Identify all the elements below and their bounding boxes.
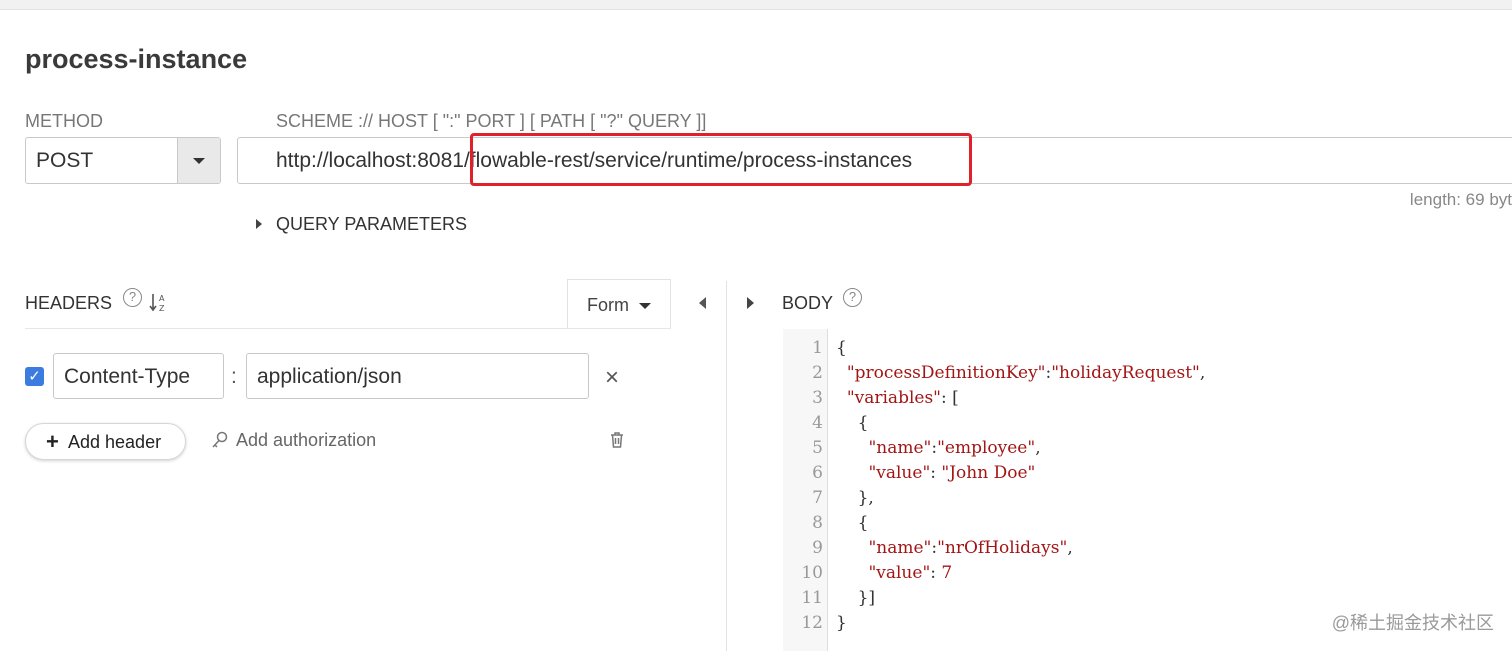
- collapse-left-button[interactable]: [697, 296, 711, 310]
- add-header-label: Add header: [68, 432, 162, 452]
- path-highlight-box: [470, 133, 972, 186]
- method-dropdown-button[interactable]: [177, 138, 220, 183]
- body-code[interactable]: { "processDefinitionKey":"holidayRequest…: [836, 336, 1205, 636]
- plus-icon: +: [46, 429, 59, 454]
- header-name-field[interactable]: Content-Type: [53, 353, 224, 399]
- help-icon[interactable]: ?: [843, 288, 862, 307]
- chevron-left-icon: [699, 297, 706, 309]
- top-bar: [0, 0, 1512, 10]
- body-label: BODY: [782, 293, 834, 313]
- url-label: SCHEME :// HOST [ ":" PORT ] [ PATH [ "?…: [276, 111, 707, 131]
- trash-icon[interactable]: [609, 431, 625, 449]
- chevron-down-icon: [639, 303, 651, 309]
- header-colon: :: [231, 365, 237, 388]
- form-mode-button[interactable]: Form: [567, 279, 671, 329]
- close-icon[interactable]: ×: [605, 364, 619, 392]
- query-parameters-label: QUERY PARAMETERS: [276, 214, 468, 234]
- help-icon[interactable]: ?: [123, 288, 142, 307]
- form-mode-label: Form: [587, 295, 629, 315]
- collapse-right-button[interactable]: [745, 296, 759, 310]
- svg-text:Z: Z: [159, 304, 165, 313]
- method-value: POST: [36, 149, 94, 172]
- header-value-field[interactable]: application/json: [246, 353, 589, 399]
- page-title: process-instance: [25, 44, 248, 74]
- chevron-right-icon: [747, 297, 754, 309]
- header-name-value: Content-Type: [64, 365, 191, 388]
- headers-label: HEADERS: [25, 293, 113, 313]
- header-value-value: application/json: [257, 365, 402, 388]
- svg-text:A: A: [159, 294, 165, 303]
- panel-divider[interactable]: [726, 281, 727, 651]
- url-length: length: 69 byt: [1409, 190, 1512, 209]
- chevron-down-icon: [193, 158, 205, 164]
- add-authorization-link[interactable]: Add authorization: [236, 430, 376, 451]
- chevron-right-icon: [256, 219, 262, 229]
- query-parameters-toggle[interactable]: QUERY PARAMETERS: [250, 213, 490, 237]
- headers-divider: [25, 328, 671, 329]
- line-numbers: 1 2 3 4 5 6 7 8 9 10 11 12: [801, 338, 823, 633]
- method-select[interactable]: POST: [25, 137, 221, 184]
- header-enabled-checkbox[interactable]: ✓: [25, 367, 44, 386]
- add-header-button[interactable]: + Add header: [25, 423, 186, 460]
- key-icon: [210, 430, 230, 452]
- sort-icon[interactable]: A Z: [149, 291, 169, 315]
- watermark: @稀土掘金技术社区: [1331, 613, 1494, 633]
- method-label: METHOD: [25, 111, 103, 131]
- line-number-gutter: 1 2 3 4 5 6 7 8 9 10 11 12: [783, 329, 828, 651]
